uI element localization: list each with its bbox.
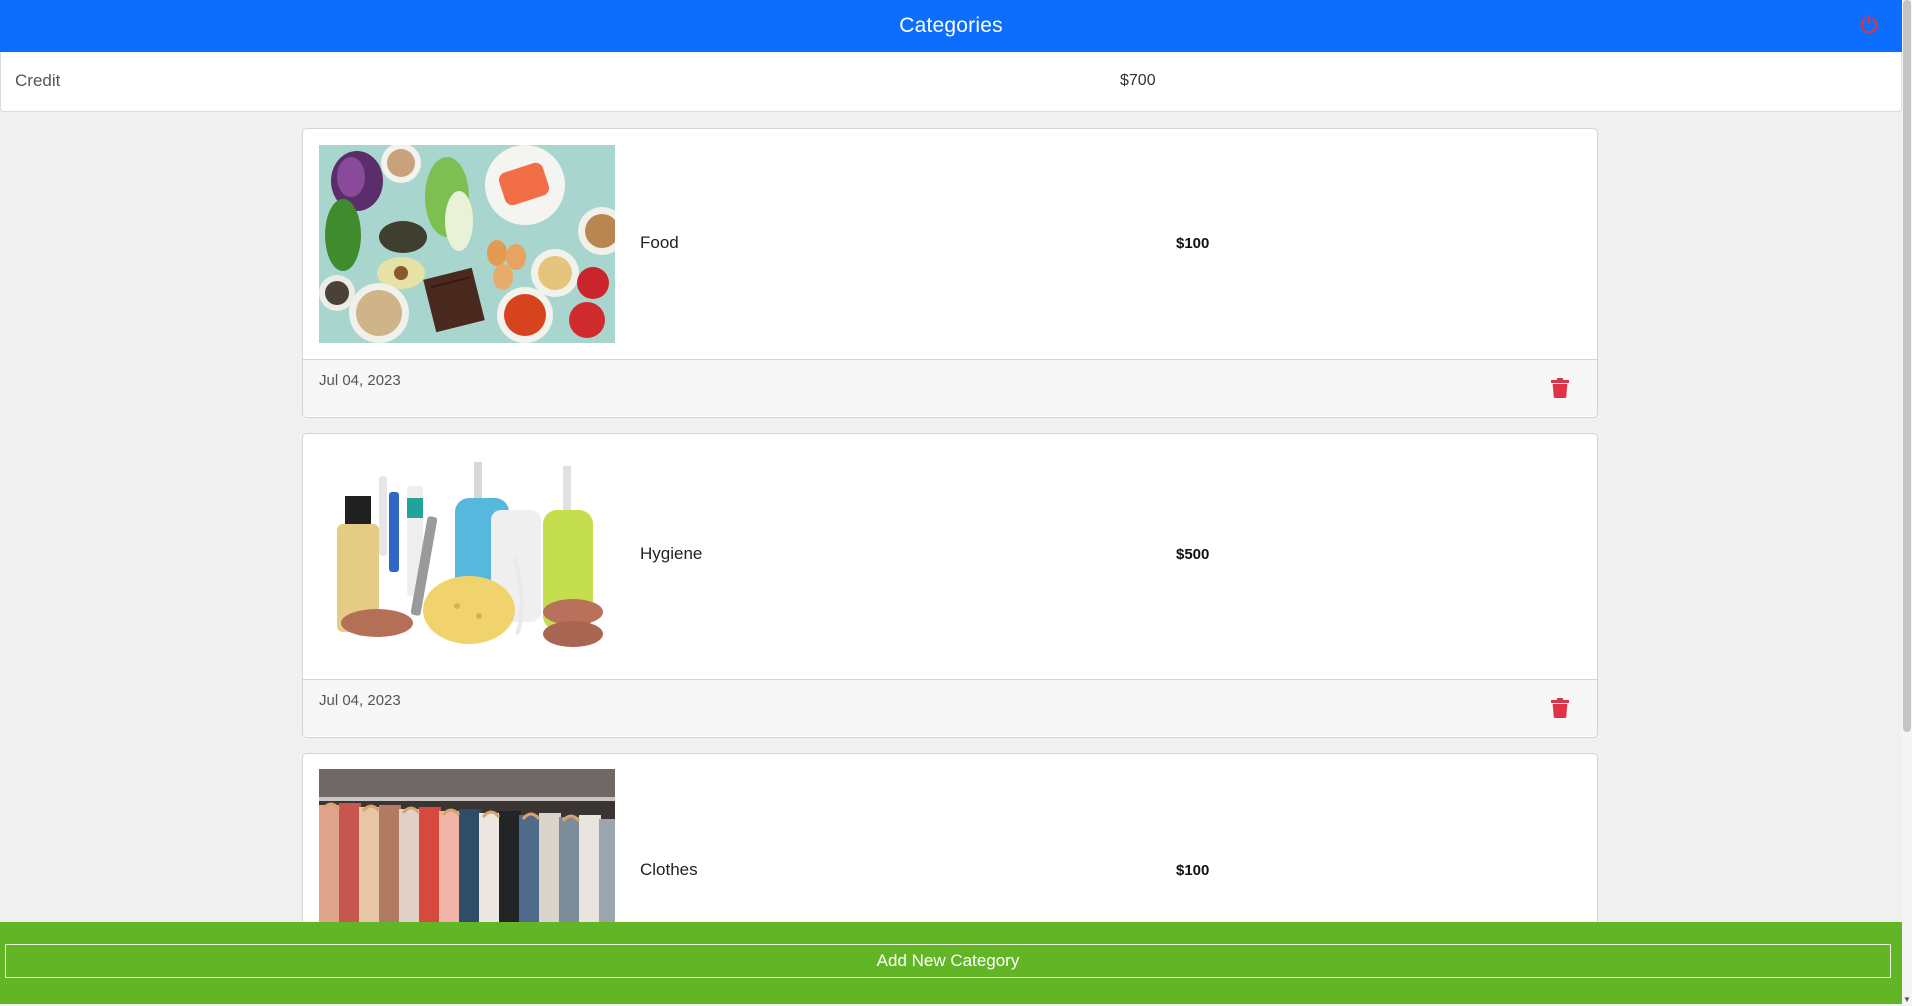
trash-icon[interactable]: [1551, 698, 1569, 718]
food-image: [319, 145, 615, 343]
scrollbar-thumb[interactable]: [1903, 0, 1911, 732]
categories-page: Categories Credit $700 Food $100 Jul 04,…: [0, 0, 1912, 1006]
category-name: Food: [640, 233, 679, 252]
category-card-food[interactable]: Food $100 Jul 04, 2023: [302, 128, 1598, 418]
category-name: Clothes: [640, 860, 698, 879]
category-amount: $100: [1176, 235, 1210, 252]
scrollbar[interactable]: ▼: [1902, 0, 1912, 1006]
credit-bar: Credit $700: [0, 52, 1902, 112]
header-bar: Categories: [0, 0, 1902, 52]
hygiene-image: [319, 458, 615, 656]
card-footer: Jul 04, 2023: [303, 359, 1597, 416]
card-footer: Jul 04, 2023: [303, 679, 1597, 736]
category-amount: $100: [1176, 862, 1210, 879]
category-name: Hygiene: [640, 544, 703, 563]
credit-label: Credit: [15, 71, 61, 90]
category-card-hygiene[interactable]: Hygiene $500 Jul 04, 2023: [302, 433, 1598, 738]
trash-icon[interactable]: [1551, 378, 1569, 398]
add-category-bar: Add New Category: [0, 922, 1902, 1004]
category-date: Jul 04, 2023: [319, 372, 401, 389]
scroll-down-icon[interactable]: ▼: [1903, 996, 1911, 1004]
credit-amount: $700: [1120, 72, 1156, 89]
add-category-button[interactable]: Add New Category: [5, 944, 1891, 978]
page-title: Categories: [899, 14, 1003, 37]
category-date: Jul 04, 2023: [319, 692, 401, 709]
card-body: Hygiene $500: [303, 434, 1597, 679]
category-amount: $500: [1176, 546, 1210, 563]
power-icon[interactable]: [1858, 13, 1880, 35]
card-body: Food $100: [303, 129, 1597, 359]
